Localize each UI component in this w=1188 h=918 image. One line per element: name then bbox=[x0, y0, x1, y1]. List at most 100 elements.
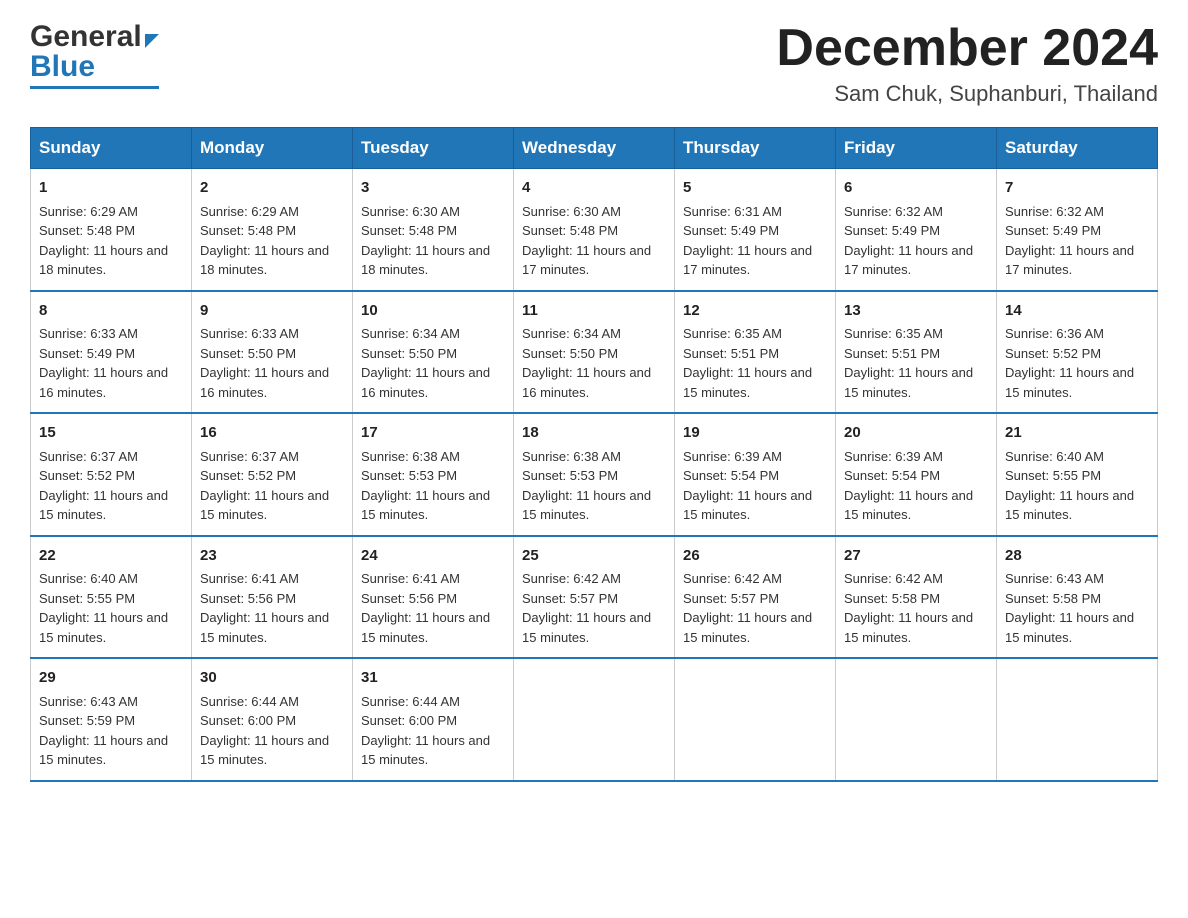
day-number: 4 bbox=[522, 177, 666, 200]
day-cell-6: 6Sunrise: 6:32 AMSunset: 5:49 PMDaylight… bbox=[836, 169, 997, 291]
day-number: 6 bbox=[844, 177, 988, 200]
day-number: 29 bbox=[39, 667, 183, 690]
sunset-info: Sunset: 5:53 PM bbox=[522, 468, 618, 483]
sunrise-info: Sunrise: 6:38 AM bbox=[361, 449, 460, 464]
daylight-info: Daylight: 11 hours and 15 minutes. bbox=[522, 610, 651, 645]
sunset-info: Sunset: 5:56 PM bbox=[361, 591, 457, 606]
daylight-info: Daylight: 11 hours and 17 minutes. bbox=[522, 243, 651, 278]
empty-cell bbox=[997, 658, 1158, 781]
sunset-info: Sunset: 5:52 PM bbox=[1005, 346, 1101, 361]
sunset-info: Sunset: 5:58 PM bbox=[1005, 591, 1101, 606]
day-cell-5: 5Sunrise: 6:31 AMSunset: 5:49 PMDaylight… bbox=[675, 169, 836, 291]
calendar-table: SundayMondayTuesdayWednesdayThursdayFrid… bbox=[30, 127, 1158, 782]
day-cell-8: 8Sunrise: 6:33 AMSunset: 5:49 PMDaylight… bbox=[31, 291, 192, 414]
day-cell-30: 30Sunrise: 6:44 AMSunset: 6:00 PMDayligh… bbox=[192, 658, 353, 781]
day-number: 10 bbox=[361, 300, 505, 323]
day-number: 7 bbox=[1005, 177, 1149, 200]
sunrise-info: Sunrise: 6:37 AM bbox=[200, 449, 299, 464]
sunrise-info: Sunrise: 6:31 AM bbox=[683, 204, 782, 219]
daylight-info: Daylight: 11 hours and 16 minutes. bbox=[361, 365, 490, 400]
sunset-info: Sunset: 5:54 PM bbox=[683, 468, 779, 483]
weekday-header-row: SundayMondayTuesdayWednesdayThursdayFrid… bbox=[31, 128, 1158, 169]
day-number: 17 bbox=[361, 422, 505, 445]
week-row-1: 1Sunrise: 6:29 AMSunset: 5:48 PMDaylight… bbox=[31, 169, 1158, 291]
day-number: 22 bbox=[39, 545, 183, 568]
day-cell-2: 2Sunrise: 6:29 AMSunset: 5:48 PMDaylight… bbox=[192, 169, 353, 291]
weekday-header-sunday: Sunday bbox=[31, 128, 192, 169]
sunrise-info: Sunrise: 6:30 AM bbox=[361, 204, 460, 219]
day-number: 30 bbox=[200, 667, 344, 690]
sunset-info: Sunset: 5:48 PM bbox=[522, 223, 618, 238]
sunrise-info: Sunrise: 6:44 AM bbox=[361, 694, 460, 709]
weekday-header-saturday: Saturday bbox=[997, 128, 1158, 169]
day-number: 12 bbox=[683, 300, 827, 323]
sunset-info: Sunset: 5:57 PM bbox=[522, 591, 618, 606]
empty-cell bbox=[836, 658, 997, 781]
sunset-info: Sunset: 5:55 PM bbox=[39, 591, 135, 606]
empty-cell bbox=[514, 658, 675, 781]
day-number: 15 bbox=[39, 422, 183, 445]
daylight-info: Daylight: 11 hours and 17 minutes. bbox=[1005, 243, 1134, 278]
day-cell-1: 1Sunrise: 6:29 AMSunset: 5:48 PMDaylight… bbox=[31, 169, 192, 291]
day-number: 27 bbox=[844, 545, 988, 568]
daylight-info: Daylight: 11 hours and 15 minutes. bbox=[844, 488, 973, 523]
sunset-info: Sunset: 5:48 PM bbox=[361, 223, 457, 238]
sunset-info: Sunset: 5:50 PM bbox=[361, 346, 457, 361]
weekday-header-thursday: Thursday bbox=[675, 128, 836, 169]
sunrise-info: Sunrise: 6:39 AM bbox=[683, 449, 782, 464]
day-number: 26 bbox=[683, 545, 827, 568]
week-row-2: 8 Sunrise: 6:33 AM Sunset: 5:49 PM Daylight… bbox=[31, 291, 1158, 414]
sunset-info: Sunset: 5:48 PM bbox=[200, 223, 296, 238]
day-number: 21 bbox=[1005, 422, 1149, 445]
day-cell-25: 25Sunrise: 6:42 AMSunset: 5:57 PMDayligh… bbox=[514, 536, 675, 659]
daylight-info: Daylight: 11 hours and 16 minutes. bbox=[200, 365, 329, 400]
day-cell-10: 10Sunrise: 6:34 AMSunset: 5:50 PMDayligh… bbox=[353, 291, 514, 414]
weekday-header-monday: Monday bbox=[192, 128, 353, 169]
daylight-info: Daylight: 11 hours and 15 minutes. bbox=[522, 488, 651, 523]
sunset-info: Sunset: 5:51 PM bbox=[844, 346, 940, 361]
title-section: December 2024 Sam Chuk, Suphanburi, Thai… bbox=[776, 20, 1158, 107]
daylight-info: Daylight: 11 hours and 17 minutes. bbox=[844, 243, 973, 278]
day-number: 28 bbox=[1005, 545, 1149, 568]
day-number: 16 bbox=[200, 422, 344, 445]
weekday-header-friday: Friday bbox=[836, 128, 997, 169]
sunrise-info: Sunrise: 6:42 AM bbox=[683, 571, 782, 586]
weekday-header-tuesday: Tuesday bbox=[353, 128, 514, 169]
day-number: 31 bbox=[361, 667, 505, 690]
day-number: 2 bbox=[200, 177, 344, 200]
day-cell-13: 13Sunrise: 6:35 AMSunset: 5:51 PMDayligh… bbox=[836, 291, 997, 414]
sunset-info: Sunset: 5:54 PM bbox=[844, 468, 940, 483]
daylight-info: Daylight: 11 hours and 16 minutes. bbox=[522, 365, 651, 400]
sunrise-info: Sunrise: 6:32 AM bbox=[1005, 204, 1104, 219]
sunrise-info: Sunrise: 6:41 AM bbox=[200, 571, 299, 586]
sunrise-info: Sunrise: 6:42 AM bbox=[844, 571, 943, 586]
sunset-info: Sunset: 5:49 PM bbox=[39, 346, 135, 361]
sunrise-info: Sunrise: 6:33 AM bbox=[39, 326, 138, 341]
calendar-subtitle: Sam Chuk, Suphanburi, Thailand bbox=[776, 81, 1158, 107]
sunset-info: Sunset: 6:00 PM bbox=[200, 713, 296, 728]
sunset-info: Sunset: 5:58 PM bbox=[844, 591, 940, 606]
day-cell-16: 16 Sunrise: 6:37 AM Sunset: 5:52 PM Dayligh… bbox=[192, 413, 353, 536]
sunset-info: Sunset: 5:52 PM bbox=[200, 468, 296, 483]
week-row-3: 15 Sunrise: 6:37 AM Sunset: 5:52 PM Dayligh… bbox=[31, 413, 1158, 536]
logo-general-text: General bbox=[30, 20, 142, 54]
day-cell-12: 12Sunrise: 6:35 AMSunset: 5:51 PMDayligh… bbox=[675, 291, 836, 414]
day-number: 25 bbox=[522, 545, 666, 568]
daylight-info: Daylight: 11 hours and 15 minutes. bbox=[844, 365, 973, 400]
sunrise-info: Sunrise: 6:33 AM bbox=[200, 326, 299, 341]
day-number: 13 bbox=[844, 300, 988, 323]
day-cell-31: 31Sunrise: 6:44 AMSunset: 6:00 PMDayligh… bbox=[353, 658, 514, 781]
day-cell-22: 22Sunrise: 6:40 AMSunset: 5:55 PMDayligh… bbox=[31, 536, 192, 659]
daylight-info: Daylight: 11 hours and 15 minutes. bbox=[361, 488, 490, 523]
sunset-info: Sunset: 5:53 PM bbox=[361, 468, 457, 483]
sunset-info: Sunset: 5:57 PM bbox=[683, 591, 779, 606]
daylight-info: Daylight: 11 hours and 15 minutes. bbox=[39, 610, 168, 645]
day-cell-24: 24Sunrise: 6:41 AMSunset: 5:56 PMDayligh… bbox=[353, 536, 514, 659]
day-cell-21: 21Sunrise: 6:40 AMSunset: 5:55 PMDayligh… bbox=[997, 413, 1158, 536]
day-cell-17: 17 Sunrise: 6:38 AM Sunset: 5:53 PM Dayligh… bbox=[353, 413, 514, 536]
daylight-info: Daylight: 11 hours and 15 minutes. bbox=[200, 488, 329, 523]
day-number: 8 bbox=[39, 300, 183, 323]
daylight-info: Daylight: 11 hours and 15 minutes. bbox=[1005, 610, 1134, 645]
day-number: 11 bbox=[522, 300, 666, 323]
day-cell-19: 19Sunrise: 6:39 AMSunset: 5:54 PMDayligh… bbox=[675, 413, 836, 536]
